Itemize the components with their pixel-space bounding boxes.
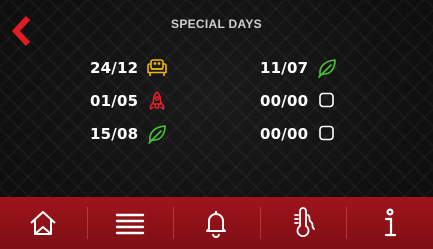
special-day-date: 24/12: [90, 59, 139, 77]
empty-checkbox-icon: [316, 123, 338, 145]
nav-alarms-button[interactable]: [173, 197, 260, 249]
bell-icon: [206, 211, 227, 238]
empty-checkbox-icon: [316, 90, 338, 112]
special-day-row-2[interactable]: 01/05: [90, 90, 168, 112]
special-day-date: 15/08: [90, 125, 139, 143]
special-day-row-3[interactable]: 15/08: [90, 123, 168, 145]
special-day-date: 00/00: [260, 92, 309, 110]
page-title: SPECIAL DAYS: [171, 17, 262, 31]
menu-icon: [115, 213, 145, 235]
rocket-icon: [146, 90, 168, 112]
special-day-date: 00/00: [260, 125, 309, 143]
special-day-date: 01/05: [90, 92, 139, 110]
special-days-screen: SPECIAL DAYS 24/12 01/05 15/08 11/07 00/…: [0, 0, 433, 249]
info-icon: [384, 208, 396, 237]
nav-menu-button[interactable]: [86, 197, 174, 249]
nav-info-button[interactable]: [346, 197, 433, 249]
leaf-icon: [316, 57, 338, 79]
special-day-row-4[interactable]: 11/07: [260, 57, 338, 79]
home-icon: [30, 211, 56, 235]
thermometer-icon: [294, 207, 315, 237]
special-day-row-5[interactable]: 00/00: [260, 90, 338, 112]
sofa-icon: [146, 57, 168, 79]
bottom-nav-bar: [0, 197, 433, 249]
nav-thermometer-button[interactable]: [259, 197, 347, 249]
special-day-row-1[interactable]: 24/12: [90, 57, 168, 79]
leaf-icon: [146, 123, 168, 145]
nav-home-button[interactable]: [0, 197, 87, 249]
special-day-date: 11/07: [260, 59, 309, 77]
special-day-row-6[interactable]: 00/00: [260, 123, 338, 145]
